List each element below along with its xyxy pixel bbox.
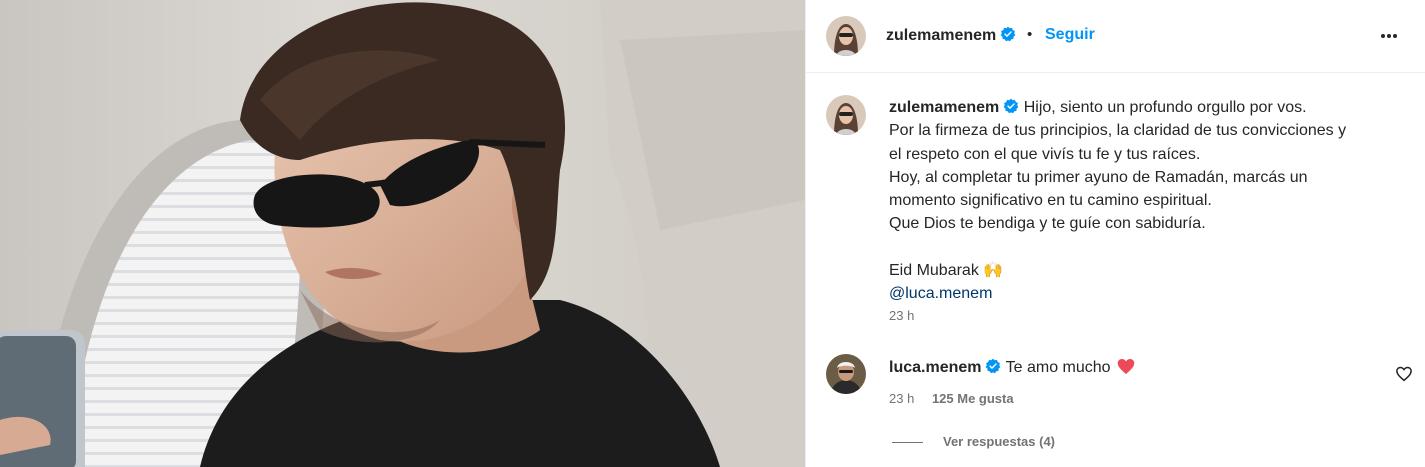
- caption-text: momento significativo en tu camino espir…: [889, 192, 1212, 210]
- replies-divider: [892, 442, 923, 444]
- author-username[interactable]: zulemamenem: [886, 26, 1016, 45]
- heart-outline-icon[interactable]: [1395, 365, 1413, 383]
- mention-link[interactable]: @luca.menem: [889, 282, 1404, 305]
- caption-text: Hoy, al completar tu primer ayuno de Ram…: [889, 168, 1308, 186]
- caption-text: Que Dios te bendiga y te guíe con sabidu…: [889, 215, 1206, 233]
- caption-text: Eid Mubarak 🙌: [889, 262, 1004, 280]
- post-sidebar: zulemamenem • Seguir zulemamenem Hijo, s…: [805, 0, 1425, 467]
- comment-meta: 23 h 125 Me gusta: [889, 391, 1014, 406]
- commenter-username[interactable]: luca.menem: [889, 359, 981, 376]
- caption-avatar[interactable]: [826, 95, 866, 135]
- avatar-image: [826, 95, 866, 135]
- post-image: [0, 0, 805, 467]
- comment-body: luca.menem Te amo mucho: [889, 358, 1135, 377]
- caption-username[interactable]: zulemamenem: [889, 99, 999, 116]
- author-username-text[interactable]: zulemamenem: [886, 27, 996, 44]
- more-horizontal-icon[interactable]: [1374, 26, 1404, 46]
- verified-badge-icon: [1003, 98, 1019, 114]
- comment-timestamp[interactable]: 23 h: [889, 391, 914, 406]
- post-photo[interactable]: [0, 0, 805, 467]
- comment-likes[interactable]: 125 Me gusta: [932, 391, 1014, 406]
- post-header: zulemamenem • Seguir: [806, 0, 1425, 73]
- red-heart-icon: [1117, 359, 1134, 374]
- caption-text: Por la firmeza de tus principios, la cla…: [889, 122, 1347, 140]
- header-separator: •: [1027, 26, 1033, 43]
- comment-text: Te amo mucho: [1005, 359, 1111, 376]
- caption-timestamp[interactable]: 23 h: [889, 308, 914, 323]
- caption-text: el respeto con el que vivís tu fe y tus …: [889, 145, 1201, 163]
- verified-badge-icon: [1000, 26, 1016, 42]
- caption-line: zulemamenem Hijo, siento un profundo org…: [889, 96, 1404, 119]
- follow-button[interactable]: Seguir: [1045, 26, 1095, 44]
- author-avatar[interactable]: [826, 16, 866, 56]
- verified-badge-icon: [986, 358, 1001, 374]
- view-replies-button[interactable]: Ver respuestas (4): [892, 434, 1055, 449]
- post-caption: zulemamenem Hijo, siento un profundo org…: [889, 96, 1404, 306]
- view-replies-label[interactable]: Ver respuestas (4): [943, 434, 1055, 449]
- avatar-image: [826, 354, 866, 394]
- commenter-avatar[interactable]: [826, 354, 866, 394]
- avatar-image: [826, 16, 866, 56]
- caption-text: Hijo, siento un profundo orgullo por vos…: [1023, 99, 1307, 116]
